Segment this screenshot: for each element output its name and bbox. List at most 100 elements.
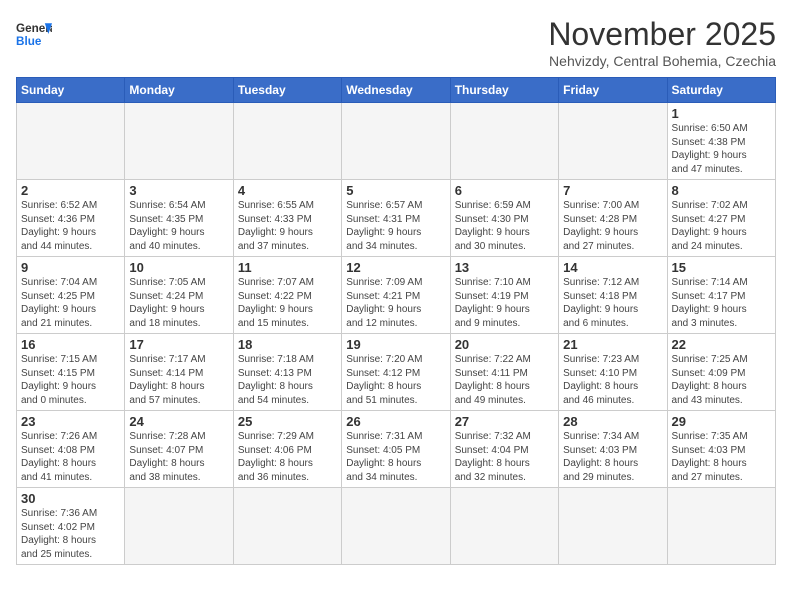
day-info: Sunrise: 7:32 AM Sunset: 4:04 PM Dayligh… [455,430,554,484]
day-number: 15 [672,260,771,275]
calendar-cell [125,103,233,180]
calendar-week-row: 2Sunrise: 6:52 AM Sunset: 4:36 PM Daylig… [17,180,776,257]
page-header: General Blue November 2025 Nehvizdy, Cen… [16,16,776,69]
day-info: Sunrise: 7:20 AM Sunset: 4:12 PM Dayligh… [346,353,445,407]
day-info: Sunrise: 7:35 AM Sunset: 4:03 PM Dayligh… [672,430,771,484]
calendar-cell: 3Sunrise: 6:54 AM Sunset: 4:35 PM Daylig… [125,180,233,257]
calendar-cell: 6Sunrise: 6:59 AM Sunset: 4:30 PM Daylig… [450,180,558,257]
day-info: Sunrise: 7:26 AM Sunset: 4:08 PM Dayligh… [21,430,120,484]
calendar-week-row: 9Sunrise: 7:04 AM Sunset: 4:25 PM Daylig… [17,257,776,334]
calendar-cell [342,103,450,180]
day-number: 10 [129,260,228,275]
day-number: 25 [238,414,337,429]
day-number: 3 [129,183,228,198]
calendar-cell: 8Sunrise: 7:02 AM Sunset: 4:27 PM Daylig… [667,180,775,257]
day-info: Sunrise: 7:14 AM Sunset: 4:17 PM Dayligh… [672,276,771,330]
calendar-cell [233,103,341,180]
calendar-week-row: 30Sunrise: 7:36 AM Sunset: 4:02 PM Dayli… [17,488,776,565]
day-info: Sunrise: 7:02 AM Sunset: 4:27 PM Dayligh… [672,199,771,253]
logo: General Blue [16,16,52,52]
calendar-cell [17,103,125,180]
day-info: Sunrise: 7:12 AM Sunset: 4:18 PM Dayligh… [563,276,662,330]
day-number: 29 [672,414,771,429]
day-number: 17 [129,337,228,352]
day-info: Sunrise: 6:57 AM Sunset: 4:31 PM Dayligh… [346,199,445,253]
calendar-title: November 2025 [548,16,776,53]
day-info: Sunrise: 7:29 AM Sunset: 4:06 PM Dayligh… [238,430,337,484]
day-number: 1 [672,106,771,121]
day-number: 19 [346,337,445,352]
col-header-friday: Friday [559,78,667,103]
calendar-cell: 18Sunrise: 7:18 AM Sunset: 4:13 PM Dayli… [233,334,341,411]
day-number: 4 [238,183,337,198]
calendar-cell: 27Sunrise: 7:32 AM Sunset: 4:04 PM Dayli… [450,411,558,488]
calendar-cell: 7Sunrise: 7:00 AM Sunset: 4:28 PM Daylig… [559,180,667,257]
day-info: Sunrise: 7:00 AM Sunset: 4:28 PM Dayligh… [563,199,662,253]
day-number: 22 [672,337,771,352]
calendar-week-row: 1Sunrise: 6:50 AM Sunset: 4:38 PM Daylig… [17,103,776,180]
calendar-cell: 20Sunrise: 7:22 AM Sunset: 4:11 PM Dayli… [450,334,558,411]
day-number: 18 [238,337,337,352]
day-number: 30 [21,491,120,506]
calendar-cell: 17Sunrise: 7:17 AM Sunset: 4:14 PM Dayli… [125,334,233,411]
day-info: Sunrise: 6:50 AM Sunset: 4:38 PM Dayligh… [672,122,771,176]
col-header-sunday: Sunday [17,78,125,103]
day-number: 24 [129,414,228,429]
day-info: Sunrise: 6:54 AM Sunset: 4:35 PM Dayligh… [129,199,228,253]
calendar-subtitle: Nehvizdy, Central Bohemia, Czechia [548,53,776,69]
day-number: 16 [21,337,120,352]
col-header-wednesday: Wednesday [342,78,450,103]
calendar-cell [342,488,450,565]
calendar-cell: 4Sunrise: 6:55 AM Sunset: 4:33 PM Daylig… [233,180,341,257]
calendar-cell: 21Sunrise: 7:23 AM Sunset: 4:10 PM Dayli… [559,334,667,411]
day-number: 13 [455,260,554,275]
day-info: Sunrise: 7:22 AM Sunset: 4:11 PM Dayligh… [455,353,554,407]
calendar-cell: 10Sunrise: 7:05 AM Sunset: 4:24 PM Dayli… [125,257,233,334]
day-info: Sunrise: 6:55 AM Sunset: 4:33 PM Dayligh… [238,199,337,253]
col-header-monday: Monday [125,78,233,103]
calendar-cell [559,103,667,180]
day-number: 27 [455,414,554,429]
calendar-cell: 26Sunrise: 7:31 AM Sunset: 4:05 PM Dayli… [342,411,450,488]
day-number: 14 [563,260,662,275]
svg-text:Blue: Blue [16,35,42,48]
day-info: Sunrise: 7:36 AM Sunset: 4:02 PM Dayligh… [21,507,120,561]
col-header-thursday: Thursday [450,78,558,103]
day-number: 6 [455,183,554,198]
day-number: 28 [563,414,662,429]
calendar-week-row: 16Sunrise: 7:15 AM Sunset: 4:15 PM Dayli… [17,334,776,411]
calendar-cell: 5Sunrise: 6:57 AM Sunset: 4:31 PM Daylig… [342,180,450,257]
col-header-tuesday: Tuesday [233,78,341,103]
calendar-cell: 22Sunrise: 7:25 AM Sunset: 4:09 PM Dayli… [667,334,775,411]
day-number: 9 [21,260,120,275]
calendar-cell: 30Sunrise: 7:36 AM Sunset: 4:02 PM Dayli… [17,488,125,565]
day-number: 20 [455,337,554,352]
day-number: 12 [346,260,445,275]
calendar-cell [559,488,667,565]
calendar-cell: 14Sunrise: 7:12 AM Sunset: 4:18 PM Dayli… [559,257,667,334]
day-number: 7 [563,183,662,198]
calendar-table: SundayMondayTuesdayWednesdayThursdayFrid… [16,77,776,565]
calendar-cell: 29Sunrise: 7:35 AM Sunset: 4:03 PM Dayli… [667,411,775,488]
day-info: Sunrise: 7:09 AM Sunset: 4:21 PM Dayligh… [346,276,445,330]
day-info: Sunrise: 7:18 AM Sunset: 4:13 PM Dayligh… [238,353,337,407]
title-block: November 2025 Nehvizdy, Central Bohemia,… [548,16,776,69]
day-info: Sunrise: 7:23 AM Sunset: 4:10 PM Dayligh… [563,353,662,407]
calendar-cell: 2Sunrise: 6:52 AM Sunset: 4:36 PM Daylig… [17,180,125,257]
day-info: Sunrise: 7:25 AM Sunset: 4:09 PM Dayligh… [672,353,771,407]
calendar-header-row: SundayMondayTuesdayWednesdayThursdayFrid… [17,78,776,103]
day-info: Sunrise: 7:34 AM Sunset: 4:03 PM Dayligh… [563,430,662,484]
calendar-cell: 23Sunrise: 7:26 AM Sunset: 4:08 PM Dayli… [17,411,125,488]
day-info: Sunrise: 7:15 AM Sunset: 4:15 PM Dayligh… [21,353,120,407]
calendar-cell: 13Sunrise: 7:10 AM Sunset: 4:19 PM Dayli… [450,257,558,334]
calendar-cell: 28Sunrise: 7:34 AM Sunset: 4:03 PM Dayli… [559,411,667,488]
day-info: Sunrise: 7:28 AM Sunset: 4:07 PM Dayligh… [129,430,228,484]
day-info: Sunrise: 7:31 AM Sunset: 4:05 PM Dayligh… [346,430,445,484]
day-info: Sunrise: 7:04 AM Sunset: 4:25 PM Dayligh… [21,276,120,330]
day-info: Sunrise: 7:17 AM Sunset: 4:14 PM Dayligh… [129,353,228,407]
day-info: Sunrise: 7:05 AM Sunset: 4:24 PM Dayligh… [129,276,228,330]
logo-icon: General Blue [16,16,52,52]
calendar-cell: 1Sunrise: 6:50 AM Sunset: 4:38 PM Daylig… [667,103,775,180]
day-info: Sunrise: 7:10 AM Sunset: 4:19 PM Dayligh… [455,276,554,330]
day-number: 5 [346,183,445,198]
